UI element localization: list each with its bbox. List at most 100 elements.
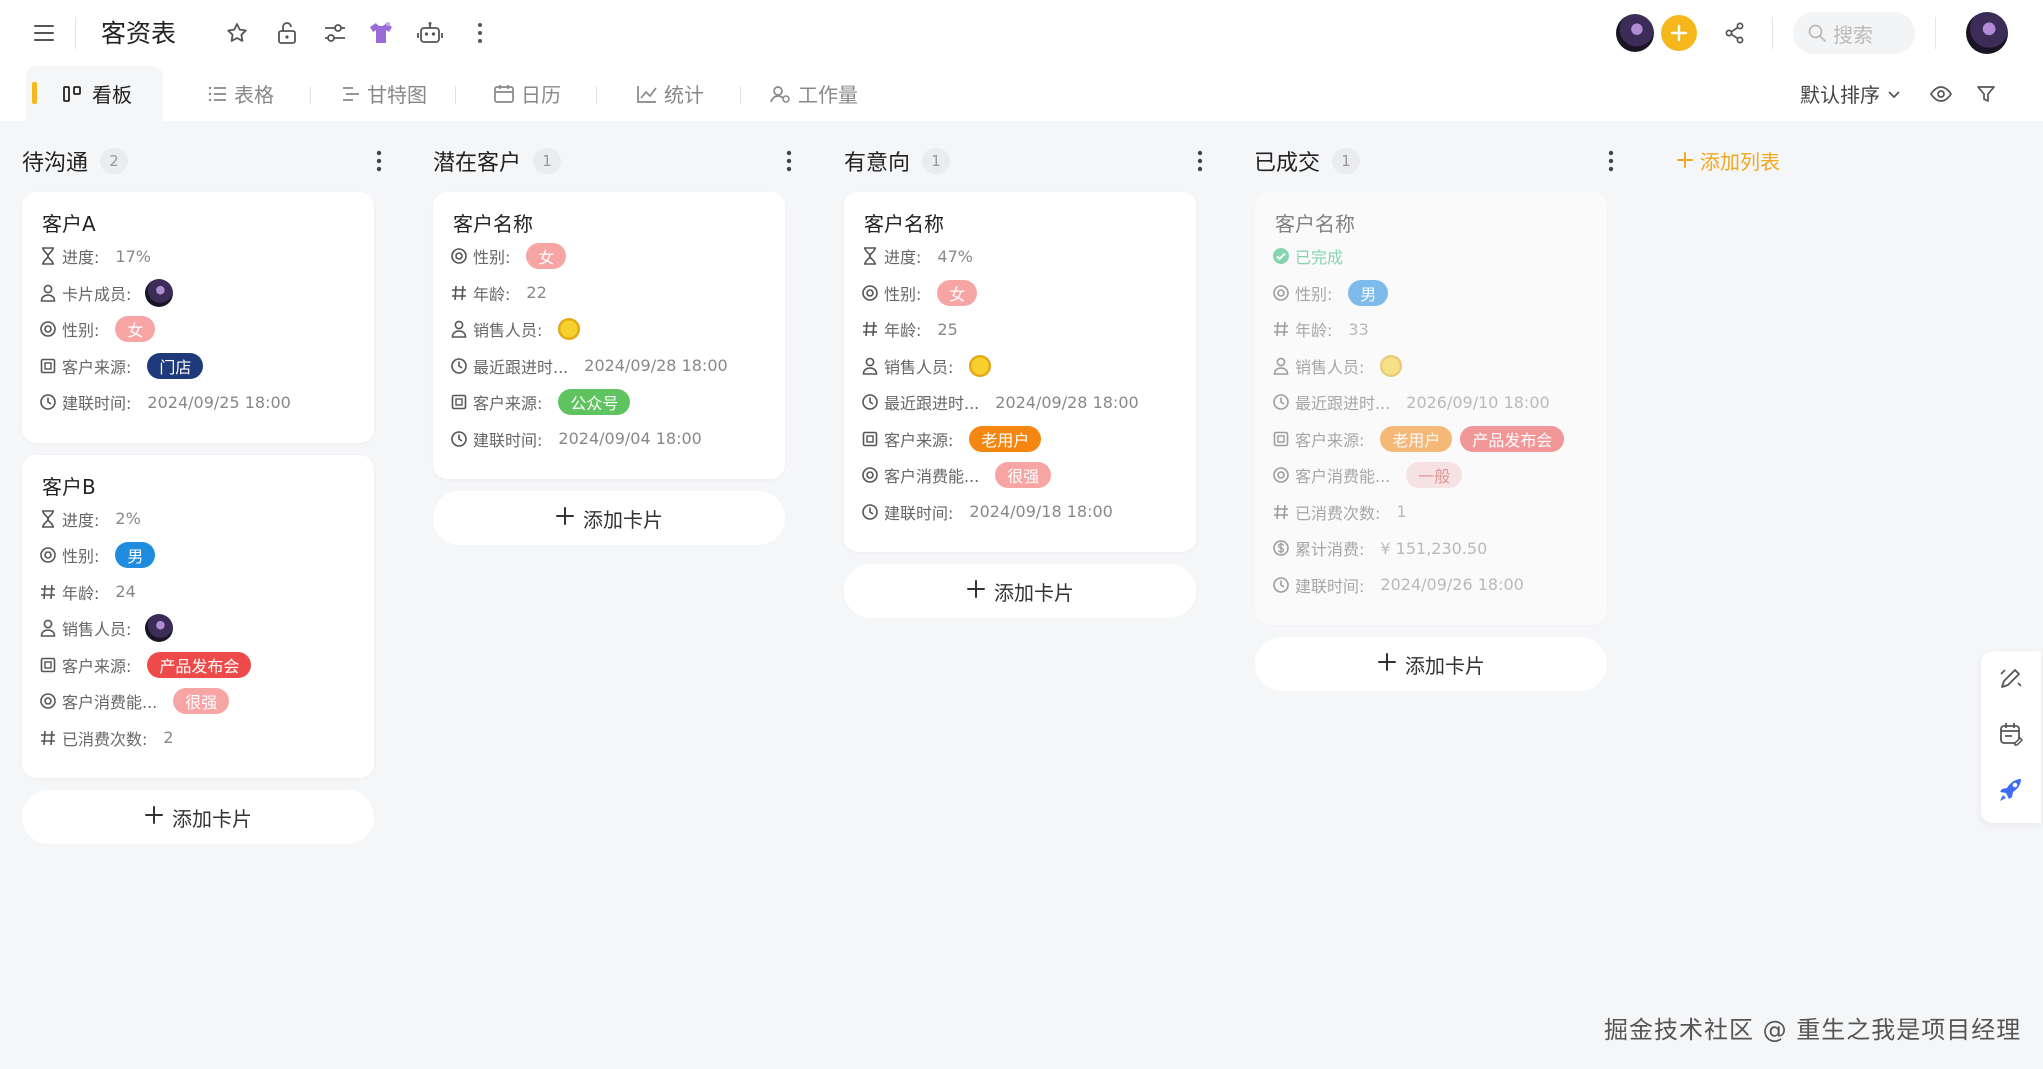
option-tag: 门店: [147, 352, 204, 379]
field-value: 2024/09/18 18:00: [969, 502, 1113, 521]
add-card-label: 添加卡片: [1405, 653, 1485, 678]
add-card-label: 添加卡片: [994, 580, 1074, 605]
tab-kanban[interactable]: 看板: [62, 66, 132, 121]
field-label: 最近跟进时...: [1295, 394, 1391, 413]
card-field: 建联时间: 2024/09/18 18:00: [860, 498, 1113, 526]
field-label: 累计消费:: [1295, 540, 1365, 559]
search-icon: [1808, 24, 1826, 42]
user-icon: [38, 618, 58, 638]
circle-dot-icon: [1271, 465, 1291, 485]
sales-avatar-icon[interactable]: [558, 318, 581, 340]
calendar-edit-icon[interactable]: [1996, 719, 2026, 749]
customer-card[interactable]: 客户A 进度: 17% 卡片成员: 性别: 女客户来源: 门店 建联时间: 2024/09/25…: [22, 192, 374, 443]
field-label: 销售人员:: [62, 620, 132, 639]
plus-icon[interactable]: [1661, 15, 1697, 51]
user-avatar[interactable]: [1966, 12, 2008, 54]
field-label: 最近跟进时...: [884, 394, 980, 413]
field-label: 建联时间:: [1295, 576, 1365, 596]
plus-icon: [555, 506, 575, 531]
circle-dot-icon: [38, 691, 58, 711]
column-title: 有意向: [844, 151, 911, 176]
field-label: 客户来源:: [62, 357, 132, 377]
card-field: 客户来源: 老用户 产品发布会: [1271, 425, 1565, 453]
plus-icon: [1677, 152, 1693, 168]
tab-gantt[interactable]: 甘特图: [341, 66, 427, 121]
column-more-icon[interactable]: [777, 146, 801, 176]
circle-dot-icon: [449, 246, 469, 266]
share-icon[interactable]: [1720, 18, 1750, 48]
rocket-icon[interactable]: [1996, 775, 2026, 805]
field-label: 年龄:: [62, 583, 100, 603]
edit-icon[interactable]: [1996, 663, 2026, 693]
field-label: 已消费次数:: [62, 729, 148, 749]
customer-card[interactable]: 客户名称 已完成 性别: 男年龄: 33 销售人员: 最近跟进时... 2026/09/10 …: [1255, 192, 1607, 625]
tab-workload[interactable]: 工作量: [770, 66, 858, 121]
column-header-pending: 待沟通 2: [22, 143, 129, 179]
unlock-icon[interactable]: [272, 18, 302, 48]
card-field: 进度: 47%: [860, 242, 973, 270]
circle-dot-icon: [38, 319, 58, 339]
calendar-icon: [494, 84, 514, 103]
eye-icon[interactable]: [1926, 79, 1956, 109]
user-icon: [860, 356, 880, 376]
add-card-button[interactable]: 添加卡片: [433, 491, 785, 545]
tab-label: 表格: [234, 83, 274, 107]
add-card-button[interactable]: 添加卡片: [22, 790, 374, 844]
side-float-panel: [1981, 651, 2041, 823]
more-vertical-icon[interactable]: [465, 18, 495, 48]
field-label: 年龄:: [1295, 321, 1333, 340]
sort-dropdown[interactable]: 默认排序: [1800, 66, 1902, 121]
option-tag: 一般: [1406, 462, 1463, 488]
customer-card[interactable]: 客户名称 进度: 47% 性别: 女年龄: 25 销售人员: 最近跟进时... 2024/09/…: [844, 192, 1196, 552]
field-value: 2%: [115, 509, 141, 528]
sales-avatar-icon[interactable]: [1380, 354, 1403, 377]
tab-table[interactable]: 表格: [208, 66, 274, 121]
column-count: 2: [100, 148, 129, 174]
menu-icon[interactable]: [29, 18, 59, 48]
column-more-icon[interactable]: [1599, 146, 1623, 176]
column-count: 1: [1332, 148, 1361, 174]
card-field: 最近跟进时... 2024/09/28 18:00: [449, 352, 728, 380]
member-avatar[interactable]: [145, 614, 174, 642]
search-input[interactable]: 搜索: [1793, 12, 1915, 54]
hourglass-icon: [38, 509, 58, 529]
customer-card[interactable]: 客户B 进度: 2% 性别: 男年龄: 24 销售人员: 客户来源: 产品发布会 客户消费能...…: [22, 454, 374, 778]
hash-icon: [38, 728, 58, 748]
field-label: 年龄:: [884, 321, 922, 340]
customer-card[interactable]: 客户名称 性别: 女年龄: 22 销售人员: 最近跟进时... 2024/09/28 18:…: [433, 192, 785, 479]
card-field: 性别: 男: [1271, 279, 1389, 307]
column-more-icon[interactable]: [367, 146, 391, 176]
star-icon[interactable]: [222, 18, 252, 48]
hourglass-icon: [860, 246, 880, 266]
column-header-closed: 已成交 1: [1254, 143, 1361, 179]
field-label: 客户消费能...: [62, 693, 158, 712]
watermark-text: 掘金技术社区 @ 重生之我是项目经理: [1604, 1016, 2022, 1044]
card-title: 客户名称: [1275, 212, 1355, 236]
tab-label: 工作量: [798, 83, 858, 107]
robot-icon[interactable]: [415, 18, 445, 48]
add-card-button[interactable]: 添加卡片: [844, 564, 1196, 618]
user-icon: [38, 283, 58, 303]
field-value: 2024/09/04 18:00: [558, 429, 702, 448]
shirt-icon[interactable]: [366, 18, 396, 48]
member-avatar[interactable]: [145, 278, 174, 307]
circle-dot-icon: [1271, 283, 1291, 303]
avatar[interactable]: [1616, 14, 1654, 52]
card-field: 客户来源: 老用户: [860, 425, 1042, 453]
add-card-button[interactable]: 添加卡片: [1255, 637, 1607, 691]
option-tag: 产品发布会: [147, 651, 252, 678]
field-label: 进度:: [62, 510, 100, 530]
sliders-icon[interactable]: [320, 18, 350, 48]
sales-avatar-icon[interactable]: [969, 354, 992, 377]
tab-statistics[interactable]: 统计: [636, 66, 704, 121]
filter-icon[interactable]: [1971, 79, 2001, 109]
add-list-button[interactable]: 添加列表: [1676, 143, 1780, 177]
field-label: 客户消费能...: [1295, 467, 1391, 486]
tab-label: 甘特图: [367, 83, 427, 107]
card-title: 客户A: [42, 212, 96, 236]
field-value: 2: [163, 728, 174, 747]
hash-icon: [449, 283, 469, 303]
column-more-icon[interactable]: [1188, 146, 1212, 176]
tab-calendar[interactable]: 日历: [493, 66, 561, 121]
check-circle-icon: [1271, 246, 1291, 266]
